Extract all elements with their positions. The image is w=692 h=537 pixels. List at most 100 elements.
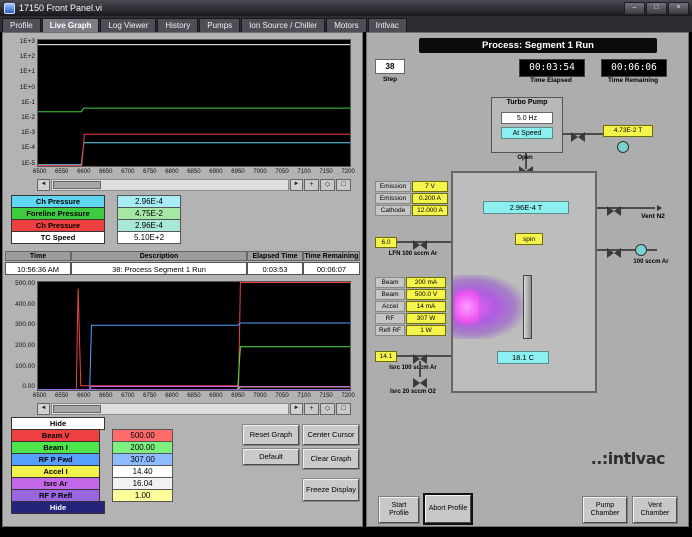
start-profile-button[interactable]: Start Profile (379, 497, 419, 523)
close-button[interactable]: × (668, 1, 689, 15)
emission-label: Cathode (375, 205, 411, 216)
scroll-left-icon[interactable]: ◄ (37, 402, 50, 415)
pan-tool-icon[interactable]: ◇ (320, 178, 335, 191)
x-axis-tick: 6700 (121, 169, 135, 175)
status-remaining: 00:06:07 (303, 262, 360, 275)
level-graph-plot[interactable] (37, 281, 351, 391)
gate-valve-state-label: Open (517, 155, 533, 161)
process-title: Process: Segment 1 Run (419, 38, 657, 53)
scroll-thumb[interactable] (53, 180, 101, 189)
y-axis-tick: 300.00 (15, 321, 35, 329)
emission-row: Cathode 12.000 A (375, 205, 451, 216)
level-graph-x-axis: 6500 6550 6600 6650 6700 6750 6800 6850 6900 6950… (33, 393, 355, 401)
lfn-valve-icon[interactable] (413, 237, 427, 250)
isrc-o2-valve-icon[interactable] (413, 375, 427, 388)
y-axis-tick: 1E-4 (21, 144, 35, 152)
window-titlebar[interactable]: 17150 Front Panel.vi – □ × (0, 0, 692, 16)
cursor-tool-icon[interactable]: □ (336, 178, 351, 191)
scroll-track[interactable] (51, 178, 289, 191)
clear-graph-button[interactable]: Clear Graph (303, 449, 359, 469)
x-axis-tick: 7150 (319, 169, 333, 175)
tab-log-viewer[interactable]: Log Viewer (100, 18, 157, 32)
intlvac-logo: ..:intlvac (590, 449, 666, 468)
zoom-tool-icon[interactable]: + (304, 402, 319, 415)
pressure-legend-plot-label[interactable]: TC Speed (11, 231, 105, 244)
pump-chamber-button[interactable]: Pump Chamber (583, 497, 627, 523)
y-axis-tick: 500.00 (15, 280, 35, 287)
x-axis-tick: 6900 (209, 169, 223, 175)
x-axis-tick: 7000 (253, 393, 267, 399)
ar-valve-icon[interactable] (607, 245, 621, 258)
ar-line-label: 100 sccm Ar (633, 259, 669, 265)
zoom-tool-icon[interactable]: + (304, 178, 319, 191)
vent-n2-arrow-icon (657, 205, 662, 211)
pressure-graph-y-axis: 1E+3 1E+2 1E+1 1E+0 1E-1 1E-2 1E-3 1E-4 1E-5 (5, 38, 35, 167)
x-axis-tick: 6550 (55, 393, 69, 399)
vent-n2-valve-icon[interactable] (607, 203, 621, 216)
pressure-legend-value: 5.10E+2 (117, 231, 181, 244)
tab-live-graph[interactable]: Live Graph (41, 18, 100, 32)
series-foreline-pressure (38, 107, 350, 113)
window-controls: – □ × (624, 1, 692, 15)
scroll-right-icon[interactable]: ► (290, 402, 303, 415)
isrc-setpoint[interactable]: 14.1 (375, 351, 397, 362)
tab-ion-source-chiller[interactable]: Ion Source / Chiller (241, 18, 326, 32)
x-axis-tick: 6750 (143, 393, 157, 399)
level-graph-legend: Hide Beam V 500.00 Beam I 200.00 RF P Fwd 307.… (3, 417, 173, 514)
foreline-valve-icon[interactable] (571, 129, 585, 142)
emission-value: 7 V (412, 181, 448, 192)
emission-label: Emission (375, 193, 411, 204)
default-button[interactable]: Default (243, 449, 299, 465)
x-axis-tick: 6800 (165, 393, 179, 399)
lfn-label: LFN 100 sccm Ar (388, 251, 438, 257)
beam-value: 500.0 V (406, 289, 446, 300)
x-axis-tick: 6650 (99, 169, 113, 175)
x-axis-tick: 6600 (77, 393, 91, 399)
app-icon (4, 2, 15, 14)
vent-n2-pipe (597, 207, 655, 209)
pressure-graph-plot[interactable] (37, 39, 351, 167)
time-elapsed-label: Time Elapsed (530, 77, 572, 84)
tab-motors[interactable]: Motors (326, 18, 367, 32)
pan-tool-icon[interactable]: ◇ (320, 402, 335, 415)
x-axis-tick: 7050 (275, 393, 289, 399)
isrc-ar-valve-icon[interactable] (413, 351, 427, 364)
x-axis-tick: 7100 (297, 393, 311, 399)
lfn-setpoint[interactable]: 6.0 (375, 237, 397, 248)
backing-pump-icon (617, 141, 629, 153)
level-legend-row: Accel I 14.40 (11, 465, 173, 478)
cursor-tool-icon[interactable]: □ (336, 402, 351, 415)
level-legend-row: Beam V 500.00 (11, 429, 173, 442)
y-axis-tick: 1E-1 (21, 98, 35, 106)
abort-profile-button[interactable]: Abort Profile (425, 495, 471, 523)
minimize-button[interactable]: – (624, 1, 645, 15)
freeze-display-button[interactable]: Freeze Display (303, 479, 359, 501)
center-cursor-button[interactable]: Center Cursor (303, 425, 359, 445)
level-legend-row: RF P Refl 1.00 (11, 489, 173, 502)
turbo-pump-box: Turbo Pump 5.0 Hz At Speed (491, 97, 563, 153)
spin-indicator[interactable]: spin (515, 233, 543, 245)
tab-profile[interactable]: Profile (2, 18, 41, 32)
vent-chamber-button[interactable]: Vent Chamber (633, 497, 677, 523)
beam-value: 14 mA (406, 301, 446, 312)
level-legend-plot-label[interactable]: Hide (11, 501, 105, 514)
tab-pumps[interactable]: Pumps (199, 18, 241, 32)
tab-intlvac[interactable]: Intlvac (367, 18, 407, 32)
turbo-pump-title: Turbo Pump (506, 99, 548, 106)
beam-row: Refl RF 1 W (375, 325, 451, 336)
scroll-track[interactable] (51, 402, 289, 415)
maximize-button[interactable]: □ (646, 1, 667, 15)
pressure-graph-canvas (38, 44, 350, 166)
beam-label: Accel (375, 301, 405, 312)
level-legend-row: Hide (11, 417, 173, 430)
scroll-left-icon[interactable]: ◄ (37, 178, 50, 191)
status-elapsed: 0:03:53 (247, 262, 303, 275)
x-axis-tick: 6800 (165, 169, 179, 175)
tab-history[interactable]: History (157, 18, 199, 32)
turbo-status-badge: At Speed (501, 127, 553, 139)
scroll-thumb[interactable] (53, 404, 101, 413)
status-header-remaining: Time Remaining (303, 251, 360, 261)
scroll-right-icon[interactable]: ► (290, 178, 303, 191)
reset-graph-button[interactable]: Reset Graph (243, 425, 299, 445)
status-header-description: Description (71, 251, 247, 261)
